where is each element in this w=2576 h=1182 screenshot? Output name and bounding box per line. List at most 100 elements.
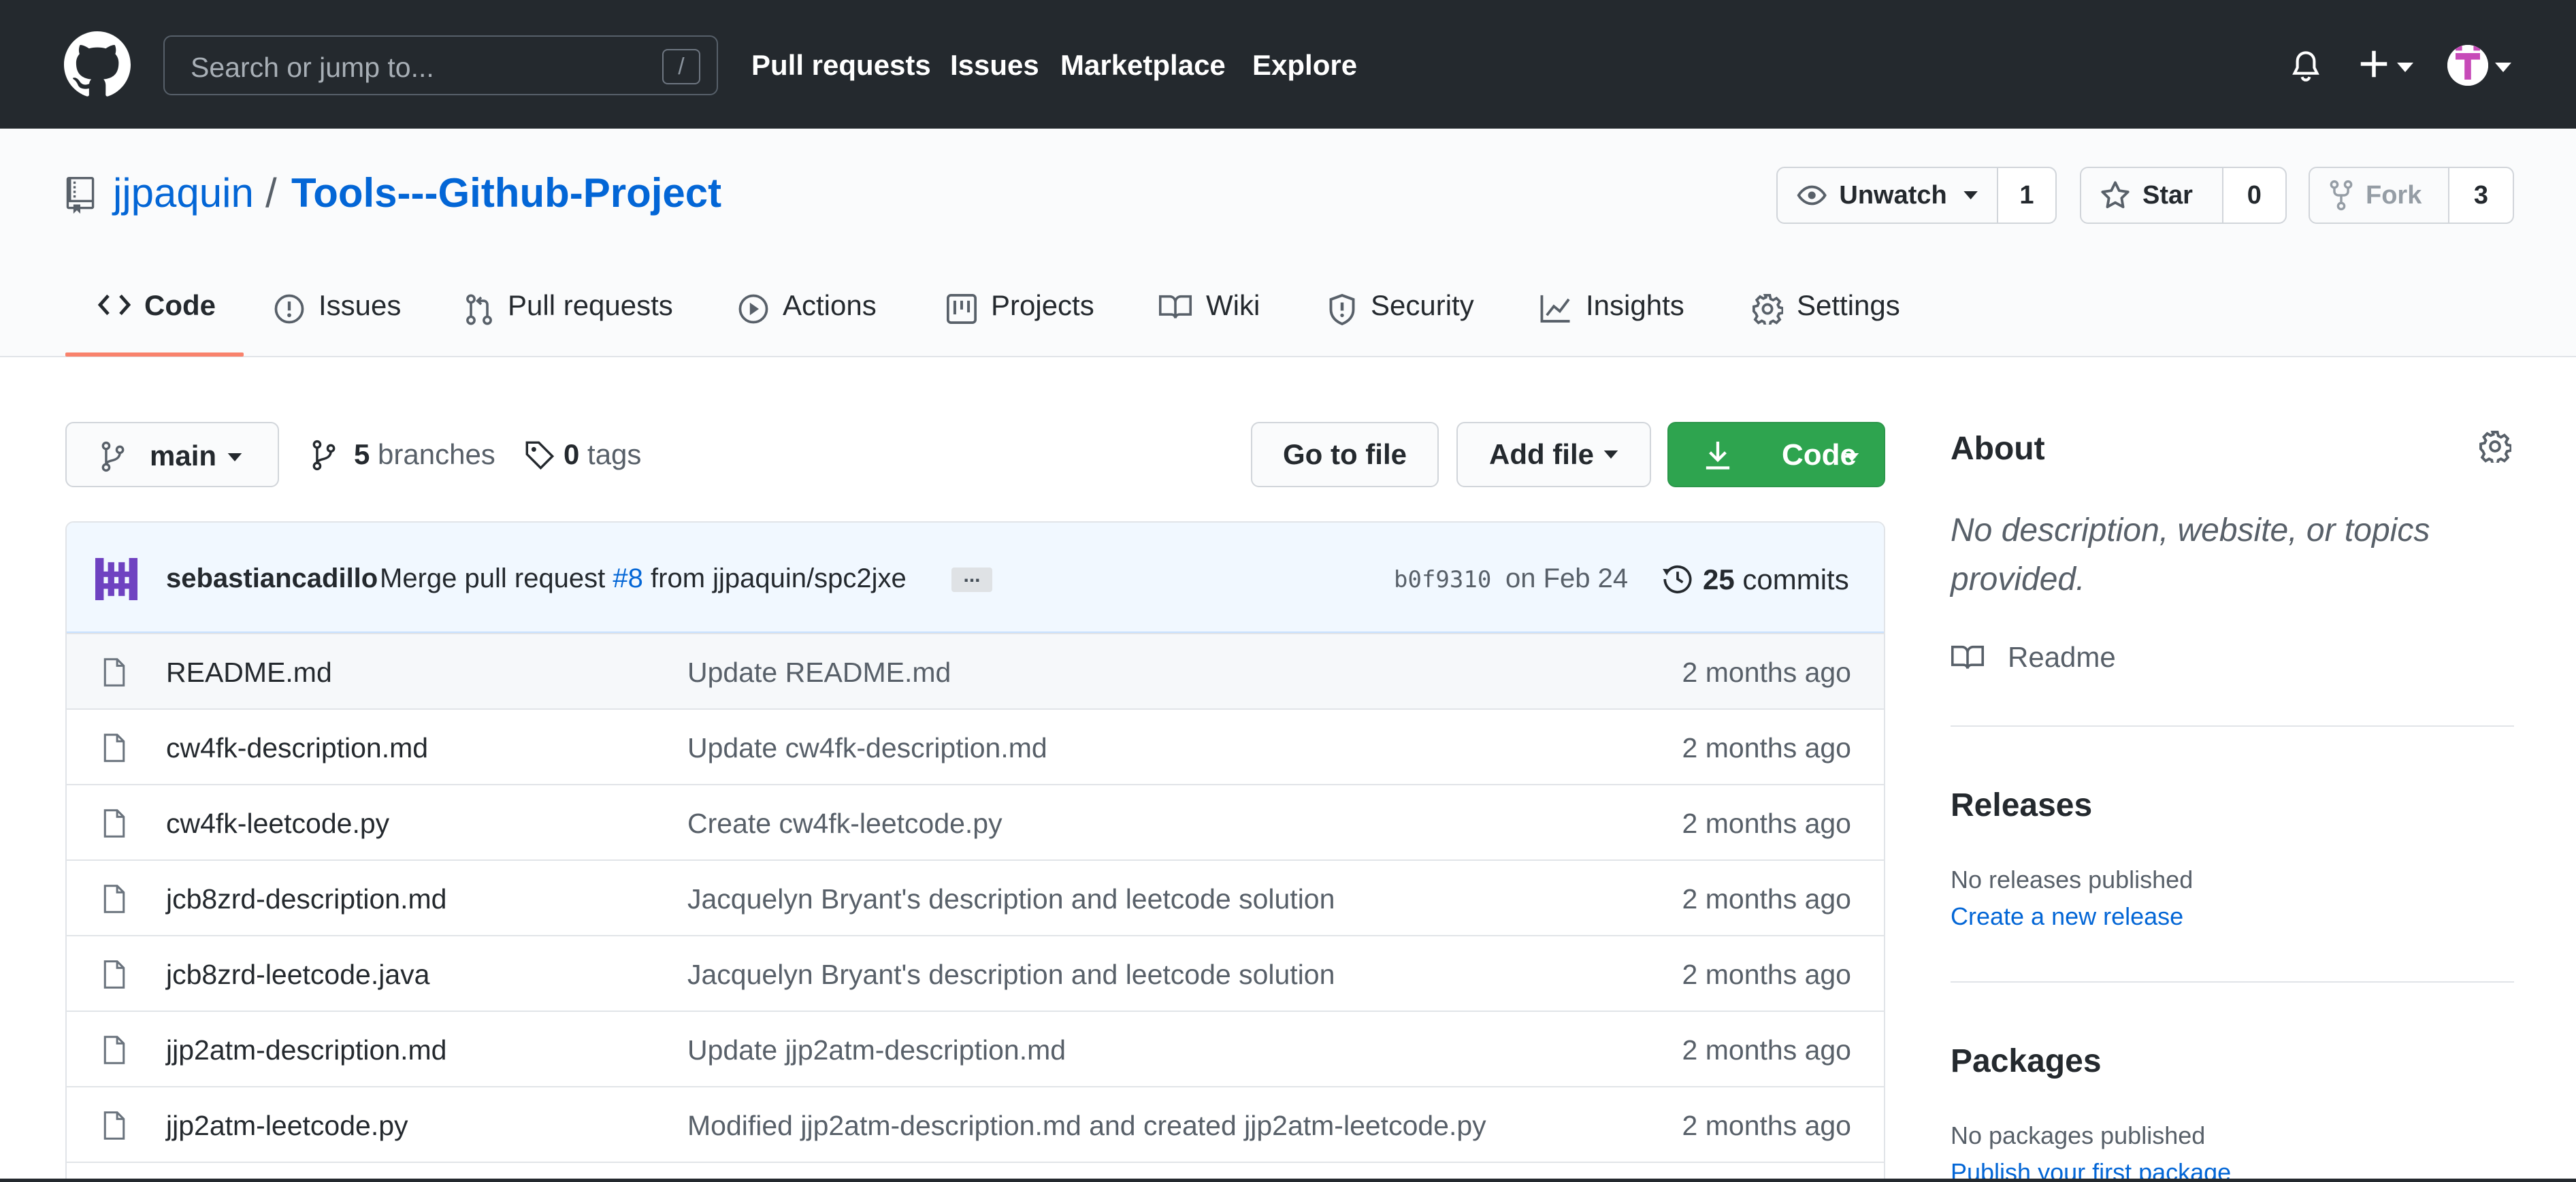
- watch-count[interactable]: 1: [1998, 168, 2055, 223]
- nav-pull-requests[interactable]: Pull requests: [751, 49, 931, 82]
- star-count[interactable]: 0: [2223, 168, 2285, 223]
- create-new-caret-icon[interactable]: [2397, 63, 2413, 72]
- file-row[interactable]: jjp2atm-leetcode.py Modified jjp2atm-des…: [67, 1086, 1884, 1162]
- tags-count: 0: [564, 438, 580, 470]
- gear-icon: [1752, 294, 1783, 325]
- tab-insights[interactable]: Insights: [1539, 289, 1684, 357]
- commit-message[interactable]: Merge pull request #8 from jjpaquin/spc2…: [380, 563, 907, 594]
- file-row[interactable]: jcb8zrd-description.md Jacquelyn Bryant'…: [67, 859, 1884, 935]
- packages-note: No packages published: [1951, 1121, 2206, 1149]
- commits-label: commits: [1742, 563, 1849, 595]
- file-commit-message-link[interactable]: Update cw4fk-description.md: [687, 732, 1047, 764]
- download-icon: [1706, 442, 1730, 470]
- file-commit-message-link[interactable]: Update jjp2atm-description.md: [687, 1034, 1066, 1066]
- file-row[interactable]: cw4fk-description.md Update cw4fk-descri…: [67, 708, 1884, 784]
- tab-issues[interactable]: Issues: [274, 289, 401, 357]
- file-commit-message-link[interactable]: Jacquelyn Bryant's description and leetc…: [687, 883, 1335, 915]
- fork-button[interactable]: Fork: [2310, 168, 2449, 223]
- file-commit-message-link[interactable]: Update README.md: [687, 657, 951, 689]
- file-name-link[interactable]: cw4fk-description.md: [166, 732, 428, 764]
- search-shortcut-badge: /: [662, 49, 700, 84]
- pull-request-link[interactable]: #8: [613, 563, 643, 593]
- file-name-link[interactable]: cw4fk-leetcode.py: [166, 808, 389, 840]
- file-name-link[interactable]: jcb8zrd-description.md: [166, 883, 446, 915]
- go-to-file-button[interactable]: Go to file: [1251, 422, 1439, 487]
- file-name-link[interactable]: jcb8zrd-leetcode.java: [166, 959, 429, 991]
- add-file-button[interactable]: Add file: [1456, 422, 1651, 487]
- notifications-bell-icon[interactable]: [2291, 49, 2321, 84]
- code-caret-icon: [1844, 453, 1859, 461]
- file-row[interactable]: jcb8zrd-leetcode.java Jacquelyn Bryant's…: [67, 935, 1884, 1011]
- file-commit-age: 2 months ago: [1682, 883, 1851, 915]
- file-row[interactable]: jjp2atm-description.md Update jjp2atm-de…: [67, 1011, 1884, 1086]
- user-menu-caret-icon[interactable]: [2495, 63, 2511, 72]
- file-row[interactable]: README.md Update README.md 2 months ago: [67, 633, 1884, 708]
- expand-commit-message-button[interactable]: ...: [951, 565, 992, 592]
- fork-button-group: Fork 3: [2309, 167, 2514, 224]
- play-icon: [738, 294, 768, 324]
- active-tab-underline: [65, 352, 244, 357]
- star-button[interactable]: Star: [2081, 168, 2223, 223]
- tab-pull-requests[interactable]: Pull requests: [464, 289, 673, 357]
- github-logo-icon[interactable]: [64, 31, 131, 98]
- history-icon[interactable]: [1662, 563, 1693, 595]
- releases-heading[interactable]: Releases: [1951, 787, 2092, 824]
- file-commit-age: 2 months ago: [1682, 959, 1851, 990]
- issue-icon: [274, 294, 304, 324]
- tab-settings[interactable]: Settings: [1752, 289, 1900, 357]
- file-browser: sebastiancadillo Merge pull request #8 f…: [65, 521, 1885, 1182]
- file-name-link[interactable]: README.md: [166, 657, 332, 689]
- create-new-plus-icon[interactable]: [2359, 49, 2389, 79]
- tags-link[interactable]: 0 tags: [524, 438, 641, 471]
- file-name-link[interactable]: jjp2atm-description.md: [166, 1034, 446, 1066]
- user-avatar[interactable]: [2447, 45, 2488, 86]
- file-icon: [103, 960, 125, 989]
- commit-message-suffix: from jjpaquin/spc2jxe: [651, 563, 907, 593]
- tab-code[interactable]: Code: [98, 289, 216, 357]
- repo-name-link[interactable]: Tools---Github-Project: [291, 169, 721, 216]
- nav-explore[interactable]: Explore: [1252, 49, 1357, 82]
- file-commit-message-link[interactable]: Create cw4fk-leetcode.py: [687, 808, 1002, 840]
- packages-heading[interactable]: Packages: [1951, 1043, 2102, 1080]
- branch-select-button[interactable]: main: [65, 422, 279, 487]
- file-commit-age: 2 months ago: [1682, 1110, 1851, 1141]
- branches-link[interactable]: 5 branches: [312, 438, 495, 471]
- commit-sha-link[interactable]: b0f9310: [1394, 566, 1491, 593]
- readme-link[interactable]: Readme: [2008, 641, 2116, 674]
- file-name-link[interactable]: jjp2atm-leetcode.py: [166, 1110, 408, 1142]
- unwatch-button[interactable]: Unwatch: [1778, 168, 1998, 223]
- tab-actions[interactable]: Actions: [738, 289, 877, 357]
- create-release-link[interactable]: Create a new release: [1951, 902, 2183, 931]
- about-settings-gear-icon[interactable]: [2479, 430, 2511, 463]
- tab-insights-label: Insights: [1586, 289, 1684, 321]
- star-icon: [2101, 181, 2130, 208]
- book-icon: [1951, 644, 1985, 671]
- commits-link[interactable]: 25 commits: [1703, 563, 1849, 596]
- search-input[interactable]: Search or jump to... /: [163, 35, 718, 95]
- commit-author-link[interactable]: sebastiancadillo: [166, 563, 378, 594]
- nav-marketplace[interactable]: Marketplace: [1060, 49, 1226, 82]
- file-commit-message-link[interactable]: Modified jjp2atm-description.md and crea…: [687, 1110, 1486, 1142]
- nav-issues[interactable]: Issues: [950, 49, 1039, 82]
- global-header: Search or jump to... / Pull requests Iss…: [0, 0, 2576, 129]
- code-download-button[interactable]: Code: [1667, 422, 1885, 487]
- book-icon: [1158, 295, 1192, 318]
- repo-owner-link[interactable]: jjpaquin: [113, 169, 254, 216]
- fork-icon: [2330, 180, 2353, 211]
- tab-projects[interactable]: Projects: [946, 289, 1094, 357]
- file-icon: [103, 809, 125, 838]
- tags-label: tags: [587, 438, 642, 470]
- committer-avatar[interactable]: [95, 558, 137, 600]
- file-commit-message-link[interactable]: Jacquelyn Bryant's description and leetc…: [687, 959, 1335, 991]
- fork-count[interactable]: 3: [2449, 168, 2513, 223]
- shield-icon: [1329, 293, 1355, 326]
- tab-code-label: Code: [144, 289, 216, 321]
- branch-caret-icon: [227, 453, 242, 461]
- file-commit-age: 2 months ago: [1682, 732, 1851, 764]
- tab-issues-label: Issues: [319, 289, 402, 321]
- file-row[interactable]: cw4fk-leetcode.py Create cw4fk-leetcode.…: [67, 784, 1884, 859]
- about-heading: About: [1951, 431, 2045, 467]
- about-description: No description, website, or topics provi…: [1951, 512, 2430, 597]
- tab-wiki[interactable]: Wiki: [1158, 289, 1260, 357]
- tab-security[interactable]: Security: [1327, 289, 1474, 357]
